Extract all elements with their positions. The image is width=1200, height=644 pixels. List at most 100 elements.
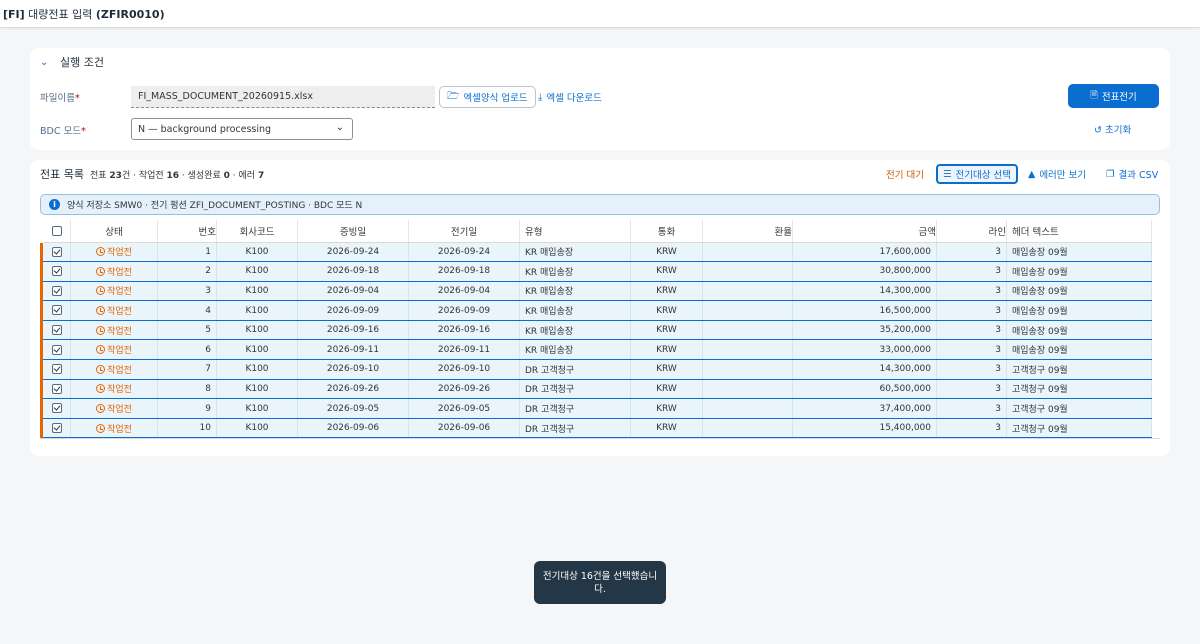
clock-icon [96,266,106,276]
conditions-header[interactable]: ⌄ 실행 조건 [30,48,1170,76]
excel-download-button[interactable]: ⤓ 엑셀 다운로드 [531,86,609,108]
row-select-cell[interactable] [40,418,71,439]
row-checkbox[interactable] [51,422,62,433]
status-badge: 작업전 [96,423,132,435]
table-row[interactable]: 작업전 2 K100 2026-09-18 2026-09-18 KR 매입송장 KRW 30… [40,261,1152,282]
select-all-cell[interactable] [41,220,71,243]
cell-no: 1 [157,242,217,263]
row-checkbox[interactable] [51,324,62,335]
cell-no: 10 [157,418,217,439]
cell-lines: 3 [936,320,1007,341]
row-checkbox[interactable] [51,383,62,394]
post-wait-button[interactable]: 전기 대기 [881,164,929,184]
result-csv-button[interactable]: ❐ 결과 CSV [1101,164,1163,184]
select-all-checkbox[interactable] [51,225,62,236]
table-row[interactable]: 작업전 6 K100 2026-09-11 2026-09-11 KR 매입송장 KRW 33… [40,339,1152,361]
table-header-row: 상태 번호 회사코드 증빙일 전기일 유형 통화 환율 금액 라인 헤더 텍스트 [41,220,1152,243]
cell-post-date: 2026-09-16 [408,320,520,341]
excel-upload-button[interactable]: 🗁 엑셀양식 업로드 [439,86,536,108]
post-document-button[interactable]: 🗎 전표전기 [1068,84,1159,108]
info-strip: i 양식 저장소 SMW0 · 전기 펑션 ZFI_DOCUMENT_POSTI… [40,194,1160,215]
row-select-cell[interactable] [40,379,71,400]
row-select-cell[interactable] [40,281,71,302]
clock-icon [96,345,106,355]
file-name-field[interactable]: FI_MASS_DOCUMENT_20260915.xlsx [131,86,435,108]
cell-header: 매입송장 09월 [1006,300,1152,321]
reset-button[interactable]: ↺ 초기화 [1094,122,1131,136]
column-header[interactable]: 환율 [702,220,793,243]
cell-post-date: 2026-09-10 [408,359,520,380]
column-header[interactable]: 상태 [70,220,158,243]
row-checkbox[interactable] [51,344,62,355]
folder-icon: 🗁 [447,90,460,102]
table-row[interactable]: 작업전 1 K100 2026-09-24 2026-09-24 KR 매입송장 KRW 17… [40,242,1152,263]
row-checkbox[interactable] [51,305,62,316]
cell-amount: 14,300,000 [792,281,937,302]
cell-no: 4 [157,300,217,321]
document-table: 상태 번호 회사코드 증빙일 전기일 유형 통화 환율 금액 라인 헤더 텍스트… [40,220,1160,440]
table-row[interactable]: 작업전 10 K100 2026-09-06 2026-09-06 DR 고객청구 KRW 1… [40,418,1152,439]
row-select-cell[interactable] [40,320,71,341]
errors-only-button[interactable]: ▲ 에러만 보기 [1023,164,1091,184]
clock-icon [96,286,106,296]
cell-doc-date: 2026-09-04 [297,281,409,302]
table-row[interactable]: 작업전 4 K100 2026-09-09 2026-09-09 KR 매입송장 KRW 16… [40,300,1152,321]
bdc-label: BDC 모드* [40,126,86,137]
column-header[interactable]: 통화 [630,220,703,243]
cell-amount: 14,300,000 [792,359,937,380]
list-header: 전표 목록 전표 23건 · 작업전 16 · 생성완료 0 · 에러 7 [40,166,264,182]
column-header[interactable]: 헤더 텍스트 [1006,220,1152,243]
column-header[interactable]: 번호 [157,220,217,243]
cell-company: K100 [216,261,298,282]
status-badge: 작업전 [96,247,132,258]
table-row[interactable]: 작업전 9 K100 2026-09-05 2026-09-05 DR 고객청구 KRW 37… [40,398,1152,419]
row-checkbox[interactable] [51,364,62,375]
table-row[interactable]: 작업전 7 K100 2026-09-10 2026-09-10 DR 고객청구 KRW 14… [40,359,1152,380]
cell-doc-date: 2026-09-05 [297,398,409,419]
row-checkbox[interactable] [51,403,62,414]
cell-company: K100 [216,418,298,439]
status-badge: 작업전 [96,286,132,297]
column-header[interactable]: 금액 [792,220,937,243]
document-icon: 🗎 [1090,90,1098,101]
column-header[interactable]: 라인 [936,220,1007,243]
row-select-cell[interactable] [40,261,71,282]
cell-amount: 17,600,000 [792,242,937,263]
status-cell: 작업전 [70,418,158,439]
column-header[interactable]: 증빙일 [297,220,409,243]
info-icon: i [49,199,60,210]
row-select-cell[interactable] [40,398,71,419]
cell-rate [702,379,793,400]
row-checkbox[interactable] [51,266,62,277]
status-badge: 작업전 [96,404,132,415]
row-select-cell[interactable] [40,300,71,321]
cell-header: 고객청구 09월 [1006,379,1152,400]
cell-no: 2 [157,261,217,282]
clock-icon [96,306,106,316]
cell-lines: 3 [936,281,1007,302]
column-header[interactable]: 회사코드 [216,220,298,243]
copy-icon: ❐ [1106,168,1115,180]
row-select-cell[interactable] [40,339,71,361]
table-row[interactable]: 작업전 3 K100 2026-09-04 2026-09-04 KR 매입송장 KRW 14… [40,281,1152,302]
chevron-down-icon[interactable]: ⌄ [40,57,60,68]
row-checkbox[interactable] [51,246,62,257]
row-checkbox[interactable] [51,285,62,296]
column-header[interactable]: 전기일 [408,220,520,243]
clock-icon [96,325,106,335]
status-cell: 작업전 [70,398,158,419]
cell-company: K100 [216,379,298,400]
cell-type: KR 매입송장 [519,300,631,321]
bdc-mode-select[interactable]: N — background processing ⌄ [131,118,353,140]
cell-rate [702,339,793,361]
row-select-cell[interactable] [40,242,71,263]
select-post-targets-button[interactable]: ☰ 전기대상 선택 [936,164,1018,184]
cell-type: DR 고객청구 [519,418,631,439]
cell-lines: 3 [936,339,1007,361]
column-header[interactable]: 유형 [519,220,631,243]
table-row[interactable]: 작업전 8 K100 2026-09-26 2026-09-26 DR 고객청구 KRW 60… [40,379,1152,400]
table-row[interactable]: 작업전 5 K100 2026-09-16 2026-09-16 KR 매입송장 KRW 35… [40,320,1152,341]
cell-no: 5 [157,320,217,341]
cell-company: K100 [216,300,298,321]
row-select-cell[interactable] [40,359,71,380]
